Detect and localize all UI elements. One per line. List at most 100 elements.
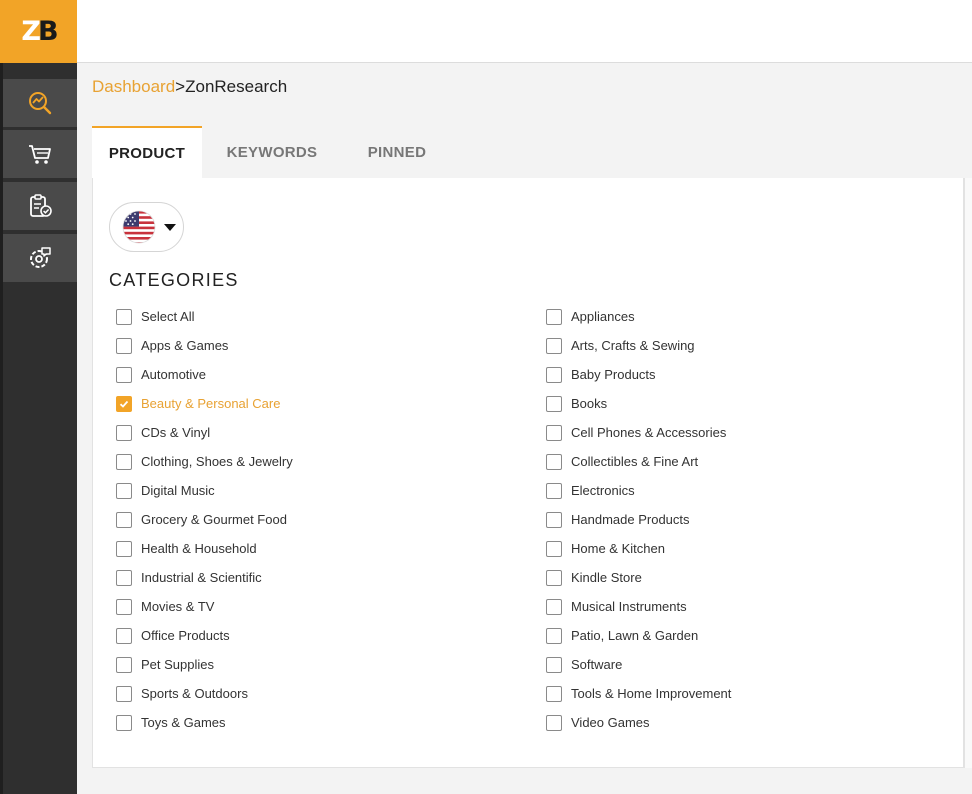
category-item-cell-phones-and-accessories[interactable]: Cell Phones & Accessories <box>546 418 731 447</box>
category-item-office-products[interactable]: Office Products <box>116 621 293 650</box>
category-item-home-and-kitchen[interactable]: Home & Kitchen <box>546 534 731 563</box>
category-checkbox[interactable] <box>546 569 562 586</box>
category-item-appliances[interactable]: Appliances <box>546 302 731 331</box>
category-item-books[interactable]: Books <box>546 389 731 418</box>
category-item-clothing-shoes-and-jewelry[interactable]: Clothing, Shoes & Jewelry <box>116 447 293 476</box>
category-item-health-and-household[interactable]: Health & Household <box>116 534 293 563</box>
category-checkbox[interactable] <box>546 598 562 615</box>
category-item-kindle-store[interactable]: Kindle Store <box>546 563 731 592</box>
tab-keywords[interactable]: KEYWORDS <box>202 126 342 178</box>
category-label: Toys & Games <box>141 715 226 730</box>
category-label: Office Products <box>141 628 230 643</box>
category-checkbox[interactable] <box>116 714 132 731</box>
category-checkbox[interactable] <box>116 656 132 673</box>
category-item-digital-music[interactable]: Digital Music <box>116 476 293 505</box>
category-label: Video Games <box>571 715 650 730</box>
category-checkbox[interactable] <box>116 453 132 470</box>
category-label: Apps & Games <box>141 338 229 353</box>
category-checkbox[interactable] <box>546 656 562 673</box>
category-item-patio-lawn-and-garden[interactable]: Patio, Lawn & Garden <box>546 621 731 650</box>
category-checkbox[interactable] <box>116 627 132 644</box>
category-checkbox[interactable] <box>546 540 562 557</box>
breadcrumb-current: ZonResearch <box>185 77 288 96</box>
category-checkbox[interactable] <box>546 627 562 644</box>
marketplace-selector[interactable] <box>109 202 184 252</box>
breadcrumb-dashboard-link[interactable]: Dashboard <box>92 77 175 96</box>
category-item-toys-and-games[interactable]: Toys & Games <box>116 708 293 737</box>
category-item-baby-products[interactable]: Baby Products <box>546 360 731 389</box>
category-checkbox[interactable] <box>546 366 562 383</box>
category-label: Appliances <box>571 309 635 324</box>
category-item-musical-instruments[interactable]: Musical Instruments <box>546 592 731 621</box>
tab-bar: PRODUCT KEYWORDS PINNED <box>92 126 972 178</box>
category-checkbox[interactable] <box>116 569 132 586</box>
category-checkbox[interactable] <box>116 308 132 325</box>
category-item-pet-supplies[interactable]: Pet Supplies <box>116 650 293 679</box>
category-item-electronics[interactable]: Electronics <box>546 476 731 505</box>
category-label: Arts, Crafts & Sewing <box>571 338 695 353</box>
tab-product[interactable]: PRODUCT <box>92 126 202 178</box>
category-item-industrial-and-scientific[interactable]: Industrial & Scientific <box>116 563 293 592</box>
category-label: Select All <box>141 309 195 324</box>
category-item-collectibles-and-fine-art[interactable]: Collectibles & Fine Art <box>546 447 731 476</box>
category-checkbox[interactable] <box>546 714 562 731</box>
research-chart-icon <box>29 92 52 115</box>
category-checkbox[interactable] <box>116 424 132 441</box>
sidebar-item-settings[interactable] <box>3 234 77 282</box>
category-item-apps-and-games[interactable]: Apps & Games <box>116 331 293 360</box>
us-flag-icon <box>122 210 156 244</box>
category-label: Patio, Lawn & Garden <box>571 628 699 643</box>
category-label: Electronics <box>571 483 635 498</box>
category-label: Grocery & Gourmet Food <box>141 512 287 527</box>
tab-pinned[interactable]: PINNED <box>342 126 452 178</box>
sidebar-item-checklist[interactable] <box>3 182 77 230</box>
sidebar-item-research[interactable] <box>3 79 77 127</box>
category-item-video-games[interactable]: Video Games <box>546 708 731 737</box>
category-checkbox[interactable] <box>546 308 562 325</box>
category-item-software[interactable]: Software <box>546 650 731 679</box>
category-label: Cell Phones & Accessories <box>571 425 727 440</box>
category-checkbox[interactable] <box>546 685 562 702</box>
category-checkbox[interactable] <box>546 482 562 499</box>
category-label: Kindle Store <box>571 570 642 585</box>
brand-logo[interactable]: ZB <box>0 0 77 63</box>
checkmark-icon <box>119 400 129 408</box>
category-checkbox[interactable] <box>546 511 562 528</box>
categories-column-right: Appliances Arts, Crafts & Sewing Baby Prod… <box>546 302 731 737</box>
category-checkbox[interactable] <box>546 337 562 354</box>
category-checkbox[interactable] <box>116 395 132 412</box>
category-label: Home & Kitchen <box>571 541 665 556</box>
category-label: Health & Household <box>141 541 257 556</box>
category-label: Digital Music <box>141 483 215 498</box>
category-item-tools-and-home-improvement[interactable]: Tools & Home Improvement <box>546 679 731 708</box>
category-label: Books <box>571 396 608 411</box>
category-item-beauty-and-personal-care[interactable]: Beauty & Personal Care <box>116 389 293 418</box>
category-label: Pet Supplies <box>141 657 214 672</box>
category-checkbox[interactable] <box>116 685 132 702</box>
category-checkbox[interactable] <box>546 424 562 441</box>
category-label: Collectibles & Fine Art <box>571 454 699 469</box>
category-item-handmade-products[interactable]: Handmade Products <box>546 505 731 534</box>
sidebar-item-cart[interactable] <box>3 130 77 178</box>
category-item-cds-and-vinyl[interactable]: CDs & Vinyl <box>116 418 293 447</box>
category-label: Tools & Home Improvement <box>571 686 732 701</box>
category-item-movies-and-tv[interactable]: Movies & TV <box>116 592 293 621</box>
breadcrumb: Dashboard>ZonResearch <box>92 77 287 97</box>
category-item-arts-crafts-and-sewing[interactable]: Arts, Crafts & Sewing <box>546 331 731 360</box>
category-checkbox[interactable] <box>116 540 132 557</box>
category-checkbox[interactable] <box>116 598 132 615</box>
category-checkbox[interactable] <box>116 511 132 528</box>
category-checkbox[interactable] <box>546 453 562 470</box>
logo-text: ZB <box>21 16 58 47</box>
category-label: Software <box>571 657 623 672</box>
category-checkbox[interactable] <box>116 482 132 499</box>
category-checkbox[interactable] <box>116 337 132 354</box>
category-item-grocery-and-gourmet-food[interactable]: Grocery & Gourmet Food <box>116 505 293 534</box>
category-item-select-all[interactable]: Select All <box>116 302 293 331</box>
category-label: Musical Instruments <box>571 599 687 614</box>
category-item-sports-and-outdoors[interactable]: Sports & Outdoors <box>116 679 293 708</box>
category-checkbox[interactable] <box>546 395 562 412</box>
breadcrumb-separator: > <box>175 77 186 96</box>
category-checkbox[interactable] <box>116 366 132 383</box>
category-item-automotive[interactable]: Automotive <box>116 360 293 389</box>
